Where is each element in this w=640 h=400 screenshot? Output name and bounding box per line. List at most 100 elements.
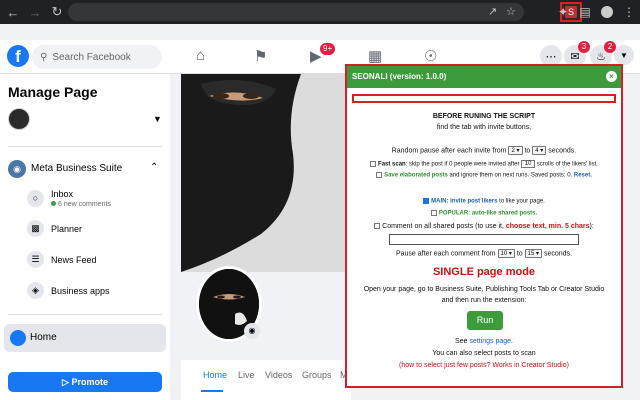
apps-icon: ◈ — [27, 282, 44, 299]
home-label: Home — [30, 332, 57, 343]
comment-checkbox[interactable] — [374, 223, 381, 230]
comment-row: Comment on all shared posts (to use it, … — [347, 223, 621, 230]
fast-scan-suffix: scrolls of the likers' list. — [536, 161, 598, 168]
page-tabs: Home Live Videos Groups More — [181, 360, 361, 400]
before-heading: BEFORE RUNING THE SCRIPT — [432, 113, 536, 120]
popular-mode-checkbox[interactable] — [430, 210, 437, 216]
fast-scan-row: Fast scan: skip the post if 0 people wer… — [347, 160, 621, 168]
cover-photo — [181, 74, 351, 272]
comment-pause-suffix: seconds. — [543, 250, 573, 258]
meta-business-suite-label[interactable]: Meta Business Suite — [31, 163, 122, 174]
inbox-sub: 6 new comments — [51, 201, 111, 208]
fast-scan-label: Fast scan — [378, 161, 406, 168]
pause-row: Random pause after each invite from 2 ▾ … — [347, 146, 621, 155]
feed-icon: ☰ — [27, 251, 44, 268]
menu-kebab-icon[interactable]: ⋮ — [620, 3, 638, 21]
nav-watch-badge: 9+ — [320, 43, 336, 55]
pause-to-select[interactable]: 4 ▾ — [532, 146, 547, 155]
messenger-badge: 3 — [578, 41, 590, 53]
sidebar-icon[interactable]: ▤ — [576, 3, 594, 21]
before-subheading: find the tab with invite buttons, — [436, 124, 532, 131]
forward-arrow-icon[interactable]: → — [26, 3, 44, 21]
extension-area: ✦ ▤ ⋮ — [552, 0, 640, 24]
reload-icon[interactable]: ↻ — [48, 3, 66, 21]
page-switcher-caret-icon[interactable]: ▼ — [153, 114, 162, 124]
tab-home[interactable]: Home — [203, 370, 227, 380]
fast-scan-input[interactable]: 10 — [521, 160, 536, 168]
sidebar-item-inbox[interactable]: Inbox — [51, 189, 73, 199]
run-button[interactable]: Run — [467, 311, 503, 330]
save-elaborated-row: Save elaborated posts and ignore them on… — [347, 172, 621, 179]
sidebar-item-business-apps[interactable]: Business apps — [51, 286, 110, 296]
search-icon: ⚲ — [40, 51, 48, 63]
main-mode-checkbox[interactable] — [423, 198, 430, 204]
puzzle-icon[interactable]: ✦ — [554, 3, 572, 21]
comment-pause-prefix: Pause after each comment from — [395, 250, 496, 258]
camera-icon[interactable]: ◉ — [244, 323, 260, 339]
main-mode-text: to like your page. — [499, 198, 545, 205]
popup-title: SEONALI (version: 1.0.0) — [352, 72, 447, 81]
comment-red-text: choose text, min. 5 chars — [505, 223, 590, 230]
reset-link[interactable]: Reset. — [574, 173, 592, 179]
save-elaborated-checkbox[interactable] — [376, 172, 383, 178]
comment-text-field[interactable] — [389, 234, 579, 245]
collapse-chevron-icon[interactable]: ⌃ — [150, 162, 158, 173]
facebook-logo[interactable]: f — [7, 45, 29, 67]
tab-groups[interactable]: Groups — [302, 370, 332, 380]
profile-avatar-icon[interactable] — [598, 3, 616, 21]
promote-button[interactable]: ▷ Promote — [8, 372, 162, 392]
save-elaborated-text: and ignore them on next runs. Saved post… — [449, 172, 573, 179]
main-mode-row: MAIN: invite post likers to like your pa… — [347, 198, 621, 205]
sidebar-item-planner[interactable]: Planner — [51, 224, 82, 234]
select-posts-text: You can also select posts to scan — [432, 350, 536, 357]
active-tab-underline — [201, 390, 223, 392]
see-prefix: See — [454, 338, 468, 345]
search-input[interactable]: ⚲ Search Facebook — [32, 45, 162, 69]
tab-videos[interactable]: Videos — [265, 370, 292, 380]
comment-suffix: ): — [589, 223, 594, 230]
pause-suffix: seconds. — [548, 147, 577, 155]
pause-from-select[interactable]: 2 ▾ — [508, 146, 523, 155]
save-elaborated-label: Save elaborated posts — [384, 172, 448, 179]
address-bar[interactable]: ↗ ☆ — [68, 3, 524, 21]
home-icon — [10, 330, 26, 346]
status-dot-icon — [51, 201, 56, 206]
share-icon[interactable]: ↗ — [488, 5, 497, 18]
chat-icon: ○ — [27, 190, 44, 207]
single-mode-title: SINGLE page mode — [432, 266, 536, 278]
popular-mode-label: POPULAR: auto-like shared posts. — [438, 210, 538, 217]
comment-pause-to-select[interactable]: 15 ▾ — [524, 249, 543, 258]
nav-flag-icon[interactable]: ⚑ — [254, 47, 267, 65]
divider — [8, 314, 162, 315]
tab-live[interactable]: Live — [238, 370, 255, 380]
comment-pause-row: Pause after each comment from 10 ▾ to 15… — [347, 249, 621, 258]
settings-row: See settings page. — [347, 338, 621, 345]
how-to-select-link[interactable]: (how to select just few posts? Works in … — [347, 362, 621, 369]
popular-mode-row: POPULAR: auto-like shared posts. — [347, 210, 621, 217]
nav-marketplace-icon[interactable]: ▦ — [368, 47, 382, 65]
bookmark-star-icon[interactable]: ☆ — [506, 5, 516, 18]
nav-home-icon[interactable]: ⌂ — [196, 47, 205, 64]
meta-business-suite-icon: ◉ — [8, 160, 26, 178]
fast-scan-checkbox[interactable] — [370, 161, 377, 167]
page-avatar[interactable] — [8, 108, 30, 130]
sidebar-item-news-feed[interactable]: News Feed — [51, 255, 97, 265]
back-arrow-icon[interactable]: ← — [4, 3, 22, 21]
calendar-icon: ▩ — [27, 220, 44, 237]
nav-groups-icon[interactable]: ☉ — [424, 47, 437, 65]
pause-prefix: Random pause after each invite from — [391, 147, 507, 155]
seonali-extension-popup: SEONALI (version: 1.0.0) × BEFORE RUNING… — [345, 64, 623, 388]
main-mode-label: MAIN: invite post likers — [431, 198, 498, 205]
cover-image — [181, 74, 351, 272]
comment-pause-from-select[interactable]: 10 ▾ — [497, 249, 515, 258]
page-title: Manage Page — [8, 84, 98, 100]
fast-scan-text: : skip the post if 0 people were invited… — [405, 161, 520, 168]
close-icon[interactable]: × — [606, 71, 617, 82]
progress-bar — [352, 94, 616, 103]
settings-link[interactable]: settings page. — [469, 338, 513, 345]
search-placeholder: Search Facebook — [52, 51, 131, 63]
manage-page-sidebar: Manage Page ▼ ◉ Meta Business Suite ⌃ ○ … — [0, 74, 170, 400]
instructions-line-1: Open your page, go to Business Suite, Pu… — [363, 286, 605, 293]
account-chevron-icon[interactable]: ▼ — [614, 45, 634, 65]
sidebar-item-home[interactable]: Home — [4, 324, 166, 352]
